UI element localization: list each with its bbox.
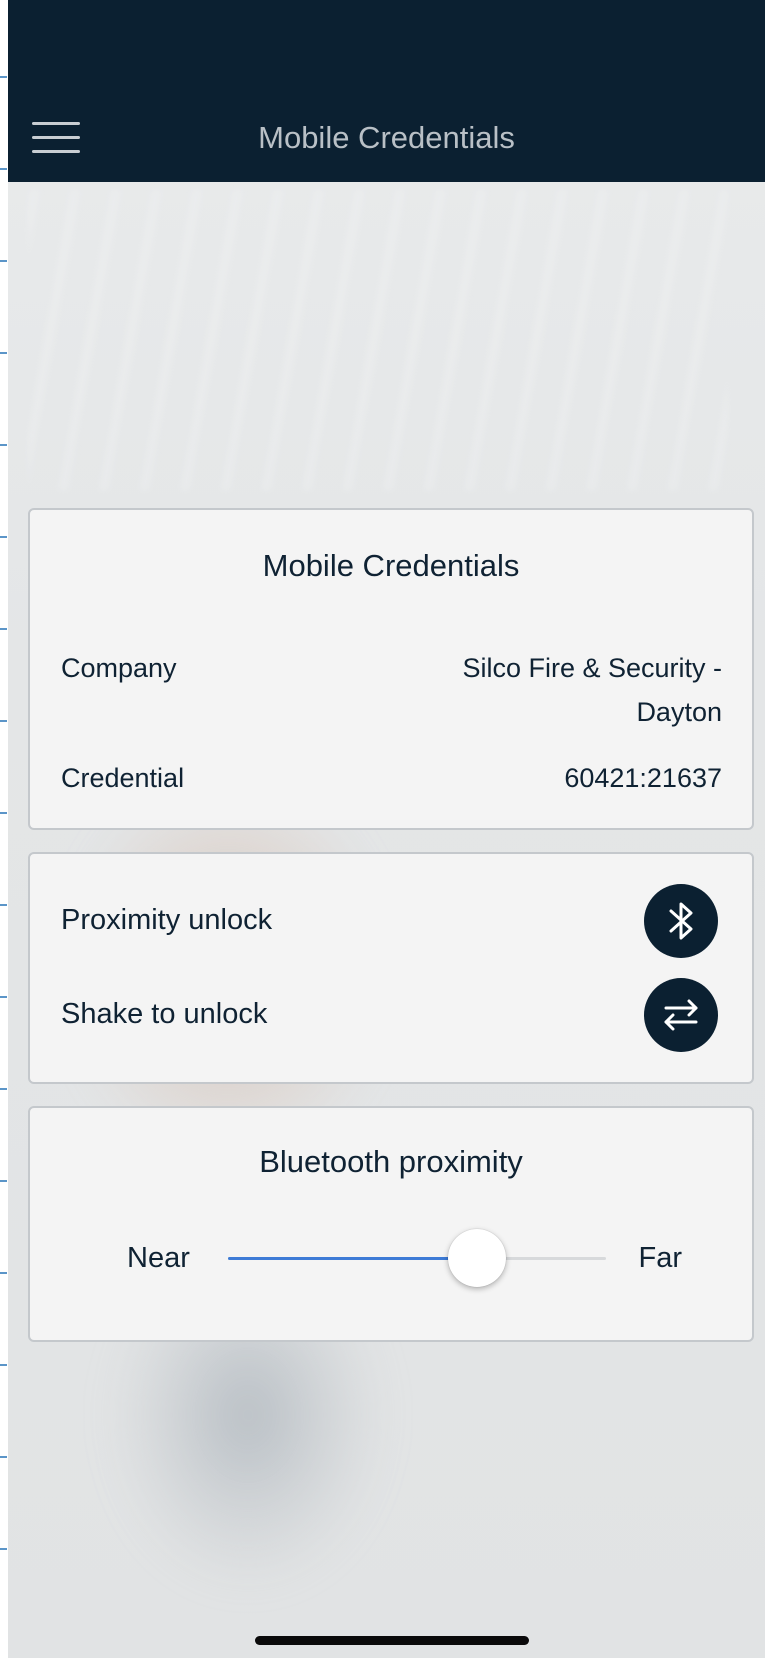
slider-max-label: Far: [638, 1242, 683, 1274]
home-indicator[interactable]: [255, 1636, 529, 1645]
edge-tick: [0, 1364, 7, 1366]
proximity-unlock-button[interactable]: [644, 884, 718, 958]
edge-tick: [0, 1272, 7, 1274]
edge-tick: [0, 812, 7, 814]
background-texture: [28, 190, 728, 490]
phone-screen: Mobile Credentials Mobile Credentials Co…: [8, 0, 765, 1658]
credential-value: 60421:21637: [564, 763, 722, 793]
bluetooth-proximity-title: Bluetooth proximity: [259, 1144, 523, 1179]
proximity-unlock-label: Proximity unlock: [61, 904, 273, 936]
credential-label: Credential: [61, 763, 185, 793]
slider-fill: [228, 1257, 478, 1260]
slider-thumb[interactable]: [448, 1229, 507, 1287]
edge-tick: [0, 720, 7, 722]
swap-arrows-icon: [664, 999, 698, 1031]
edge-tick: [0, 1548, 7, 1550]
app-window: Mobile Credentials Mobile Credentials Co…: [0, 0, 765, 1658]
credentials-card-title: Mobile Credentials: [262, 548, 520, 583]
edge-tick: [0, 1180, 7, 1182]
edge-tick: [0, 536, 7, 538]
proximity-slider[interactable]: [228, 1229, 606, 1287]
shake-to-unlock-button[interactable]: [644, 978, 718, 1052]
edge-tick: [0, 996, 7, 998]
top-navigation-bar: Mobile Credentials: [8, 0, 765, 182]
edge-guide-strip: [0, 0, 8, 1658]
page-title: Mobile Credentials: [258, 120, 515, 155]
company-label: Company: [61, 653, 177, 683]
edge-tick: [0, 260, 7, 262]
edge-tick: [0, 168, 7, 170]
edge-tick: [0, 628, 7, 630]
bluetooth-icon: [669, 902, 693, 940]
edge-tick: [0, 76, 7, 78]
shake-to-unlock-label: Shake to unlock: [61, 998, 268, 1030]
edge-tick: [0, 444, 7, 446]
credentials-card: Mobile Credentials Company Silco Fire & …: [28, 508, 754, 830]
slider-min-label: Near: [127, 1242, 190, 1274]
edge-tick: [0, 904, 7, 906]
edge-tick: [0, 352, 7, 354]
company-value: Silco Fire & Security - Dayton: [462, 653, 722, 727]
edge-tick: [0, 1088, 7, 1090]
bluetooth-proximity-card: Bluetooth proximity Near Far: [28, 1106, 754, 1342]
edge-tick: [0, 1456, 7, 1458]
unlock-options-card: Proximity unlock Shake to unlock: [28, 852, 754, 1084]
